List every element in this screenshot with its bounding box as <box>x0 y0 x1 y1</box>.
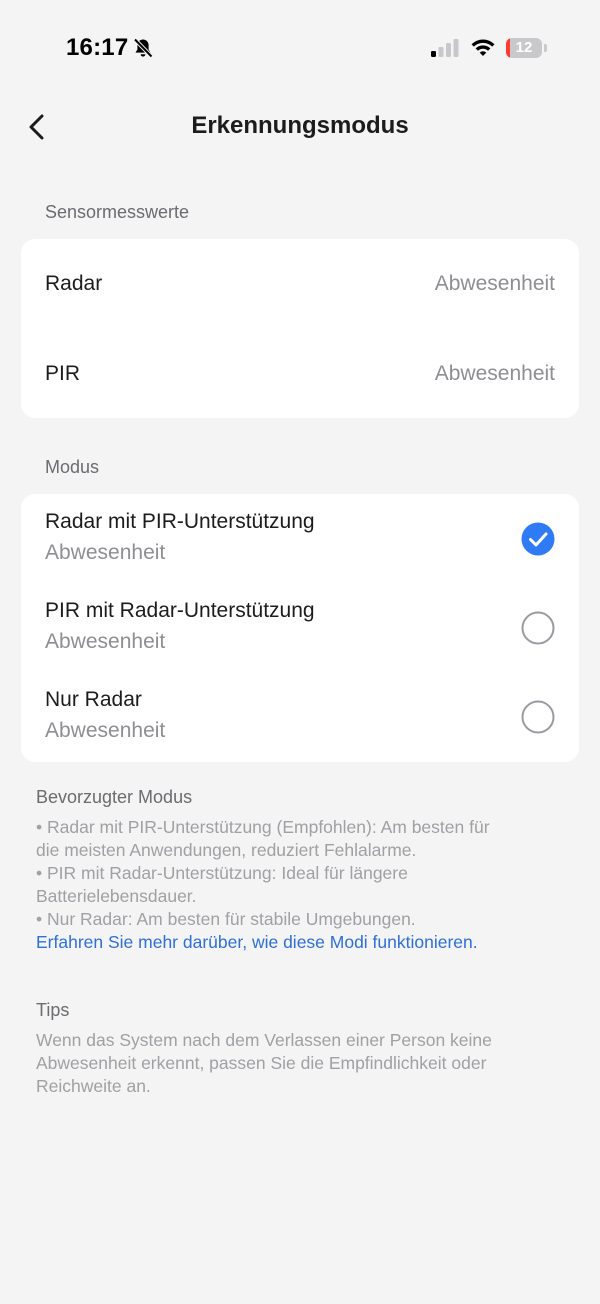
sensor-readings-section-label: Sensormesswerte <box>45 202 190 222</box>
mode-option-pir-radar[interactable]: PIR mit Radar-Unterstützung Abwesenheit <box>21 583 579 673</box>
sensor-readings-card: Radar Abwesenheit PIR Abwesenheit <box>21 239 579 418</box>
mode-option-status: Abwesenheit <box>45 719 166 742</box>
info-line: Abwesenheit erkennt, passen Sie die Empf… <box>36 1053 487 1073</box>
battery-icon: 12 <box>506 38 542 58</box>
battery-percent: 12 <box>515 39 533 56</box>
nav-bar: Erkennungsmodus <box>0 96 600 156</box>
mode-option-title: Radar mit PIR-Unterstützung <box>45 510 315 533</box>
status-bar: 16:17 12 <box>0 0 600 96</box>
preferred-mode-title: Bevorzugter Modus <box>36 787 193 807</box>
mode-section-label: Modus <box>45 457 100 477</box>
reading-value: Abwesenheit <box>434 272 555 295</box>
cellular-signal-icon <box>431 39 459 57</box>
page-title: Erkennungsmodus <box>191 112 409 139</box>
reading-value: Abwesenheit <box>434 362 555 385</box>
mode-option-title: PIR mit Radar-Unterstützung <box>45 599 315 622</box>
mode-option-radar-only[interactable]: Nur Radar Abwesenheit <box>21 672 579 762</box>
tips-info: Tips Wenn das System nach dem Verlassen … <box>36 1000 570 1098</box>
radio-unchecked-icon[interactable] <box>521 700 555 734</box>
info-line: • Radar mit PIR-Unterstützung (Empfohlen… <box>36 817 490 837</box>
info-line: • PIR mit Radar-Unterstützung: Ideal für… <box>36 863 408 883</box>
radio-unchecked-icon[interactable] <box>521 611 555 645</box>
mode-option-title: Nur Radar <box>45 688 142 711</box>
info-line: Batterielebensdauer. <box>36 886 197 906</box>
mode-card: Radar mit PIR-Unterstützung Abwesenheit … <box>21 494 579 762</box>
preferred-mode-info: Bevorzugter Modus • Radar mit PIR-Unters… <box>36 787 570 954</box>
reading-row-radar: Radar Abwesenheit <box>21 239 579 329</box>
reading-label: PIR <box>45 362 81 385</box>
reading-row-pir: PIR Abwesenheit <box>21 329 579 419</box>
status-time: 16:17 <box>66 34 129 61</box>
mode-option-status: Abwesenheit <box>45 541 166 564</box>
tips-title: Tips <box>36 1000 70 1020</box>
learn-more-link[interactable]: Erfahren Sie mehr darüber, wie diese Mod… <box>36 931 570 954</box>
mode-option-status: Abwesenheit <box>45 630 166 653</box>
radio-checked-icon[interactable] <box>521 522 555 556</box>
reading-label: Radar <box>45 272 103 295</box>
info-line: Wenn das System nach dem Verlassen einer… <box>36 1030 492 1050</box>
wifi-icon <box>471 39 495 56</box>
bell-slash-icon <box>133 38 153 58</box>
info-line: • Nur Radar: Am besten für stabile Umgeb… <box>36 909 416 929</box>
info-line: Reichweite an. <box>36 1076 151 1096</box>
info-line: die meisten Anwendungen, reduziert Fehla… <box>36 840 417 860</box>
battery-cap <box>544 44 547 52</box>
mode-option-radar-pir[interactable]: Radar mit PIR-Unterstützung Abwesenheit <box>21 494 579 584</box>
